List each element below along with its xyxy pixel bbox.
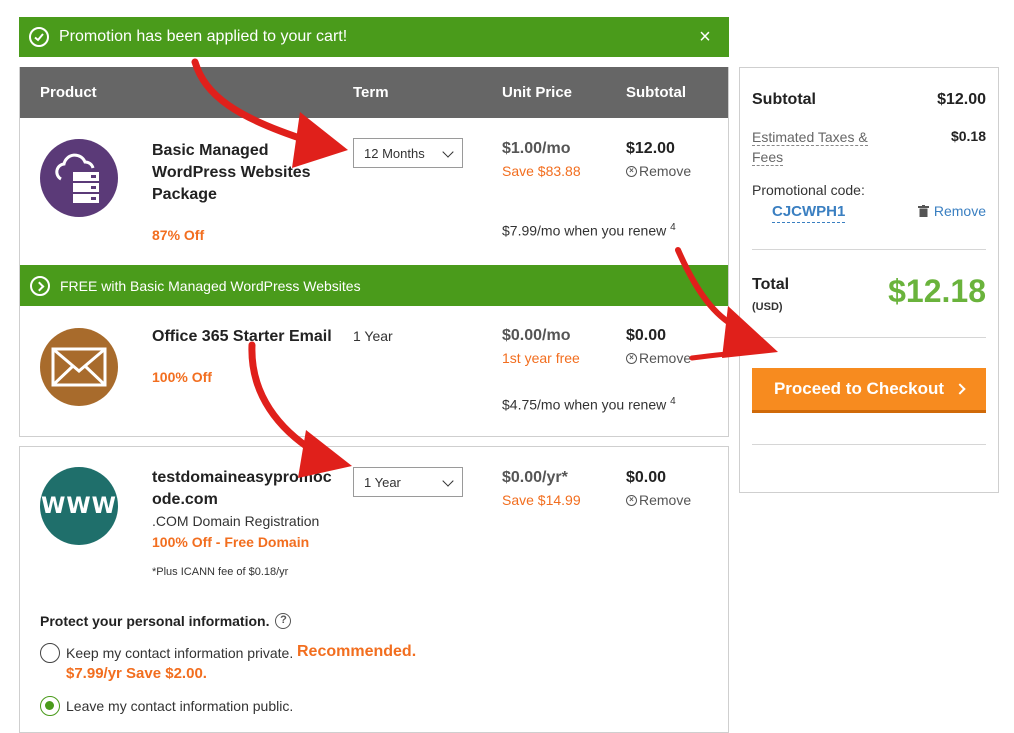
chevron-right-icon [954, 383, 966, 395]
promo-code: CJCWPH1 [772, 203, 846, 223]
envelope-icon [40, 328, 118, 406]
footnote-marker: 4 [670, 222, 676, 233]
term-select[interactable]: 1 Year [353, 467, 463, 497]
remove-x-icon: × [626, 165, 637, 177]
recommended-label: Recommended. [297, 643, 417, 660]
trash-icon [917, 205, 929, 217]
product-name[interactable]: Basic Managed WordPress Websites Package [152, 140, 327, 206]
savings-label: Save $83.88 [502, 163, 581, 179]
check-circle-icon [29, 27, 49, 47]
renewal-text: $4.75/mo when you renew [502, 396, 667, 413]
savings-label: 1st year free [502, 350, 580, 366]
option-private-label[interactable]: Keep my contact information private. [66, 645, 293, 661]
domain-name[interactable]: testdomaineasypromoc ode.com [152, 467, 337, 511]
privacy-heading: Protect your personal information. ? [40, 613, 292, 629]
domain-description: .COM Domain Registration [152, 513, 320, 529]
divider [752, 249, 986, 250]
chevron-down-icon [442, 475, 454, 487]
remove-x-icon: × [626, 494, 637, 506]
product-name[interactable]: Office 365 Starter Email [152, 326, 352, 348]
remove-button[interactable]: × Remove [626, 163, 691, 179]
help-icon[interactable]: ? [275, 613, 292, 629]
cart-item-domain: WWW testdomaineasypromoc ode.com .COM Do… [19, 446, 729, 733]
header-product: Product [40, 84, 97, 101]
chevron-down-icon [442, 146, 454, 158]
remove-button[interactable]: × Remove [626, 492, 691, 508]
cart-header: Product Term Unit Price Subtotal [20, 67, 728, 118]
term-value: 1 Year [353, 328, 393, 344]
discount-label: 100% Off [152, 369, 212, 385]
cart-item-wordpress: Basic Managed WordPress Websites Package… [20, 118, 728, 265]
cart-item-office365: Office 365 Starter Email 100% Off 1 Year… [20, 306, 728, 436]
renewal-price: $4.75/mo when you renew 4 [502, 396, 676, 413]
term-select[interactable]: 12 Months [353, 138, 463, 168]
remove-label: Remove [639, 350, 692, 366]
term-select-value: 12 Months [364, 145, 425, 161]
discount-label: 100% Off - Free Domain [152, 534, 310, 550]
proceed-to-checkout-button[interactable]: Proceed to Checkout [752, 368, 986, 413]
radio-public[interactable] [40, 696, 60, 716]
promo-code-label: Promotional code: [752, 182, 865, 198]
close-icon[interactable]: × [695, 27, 715, 47]
taxes-label[interactable]: Estimated Taxes & Fees [752, 127, 892, 167]
total-label: Total [752, 276, 790, 293]
remove-label: Remove [639, 163, 692, 179]
free-bundle-text: FREE with Basic Managed WordPress Websit… [60, 277, 361, 294]
taxes-value: $0.18 [950, 128, 986, 144]
privacy-price: $7.99/yr Save $2.00. [66, 665, 207, 682]
renewal-text: $7.99/mo when you renew [502, 222, 667, 239]
divider [752, 337, 986, 338]
privacy-heading-text: Protect your personal information. [40, 613, 270, 629]
item-subtotal: $0.00 [626, 469, 667, 486]
discount-label: 87% Off [152, 227, 205, 243]
renewal-price: $7.99/mo when you renew 4 [502, 222, 676, 239]
item-subtotal: $12.00 [626, 140, 675, 157]
promotion-banner: Promotion has been applied to your cart!… [19, 17, 729, 57]
free-bundle-banner: FREE with Basic Managed WordPress Websit… [20, 265, 728, 306]
www-icon-text: WWW [41, 493, 117, 519]
icann-fee-note: *Plus ICANN fee of $0.18/yr [152, 566, 289, 578]
remove-x-icon: × [626, 352, 637, 364]
term-select-value: 1 Year [364, 474, 401, 490]
remove-button[interactable]: × Remove [626, 350, 691, 366]
subtotal-value: $12.00 [937, 91, 986, 108]
promo-remove-button[interactable]: Remove [917, 203, 986, 219]
header-subtotal: Subtotal [626, 84, 686, 101]
header-term: Term [353, 84, 389, 101]
chevron-right-circle-icon [30, 275, 50, 296]
radio-private[interactable] [40, 643, 60, 663]
taxes-label-text: Estimated Taxes & Fees [752, 129, 868, 166]
option-public-label[interactable]: Leave my contact information public. [66, 698, 293, 714]
currency-label: (USD) [752, 301, 783, 313]
www-globe-icon: WWW [40, 467, 118, 545]
savings-label: Save $14.99 [502, 492, 581, 508]
subtotal-label: Subtotal [752, 91, 816, 108]
remove-label: Remove [639, 492, 692, 508]
total-value: $12.18 [888, 273, 986, 309]
cloud-server-icon [40, 139, 118, 217]
promotion-message: Promotion has been applied to your cart! [59, 28, 348, 45]
item-subtotal: $0.00 [626, 327, 667, 344]
cart-table: Product Term Unit Price Subtotal Basic M… [19, 67, 729, 437]
domain-name-line1: testdomaineasypromoc [152, 469, 332, 486]
footnote-marker: 4 [670, 396, 676, 407]
unit-price: $1.00/mo [502, 140, 571, 157]
promo-remove-label: Remove [933, 203, 986, 219]
header-unit-price: Unit Price [502, 84, 573, 101]
order-summary: Subtotal $12.00 Estimated Taxes & Fees $… [739, 67, 999, 493]
divider [752, 444, 986, 445]
checkout-label: Proceed to Checkout [773, 379, 945, 398]
unit-price: $0.00/mo [502, 327, 571, 344]
unit-price: $0.00/yr* [502, 469, 568, 486]
domain-name-line2: ode.com [152, 491, 218, 508]
